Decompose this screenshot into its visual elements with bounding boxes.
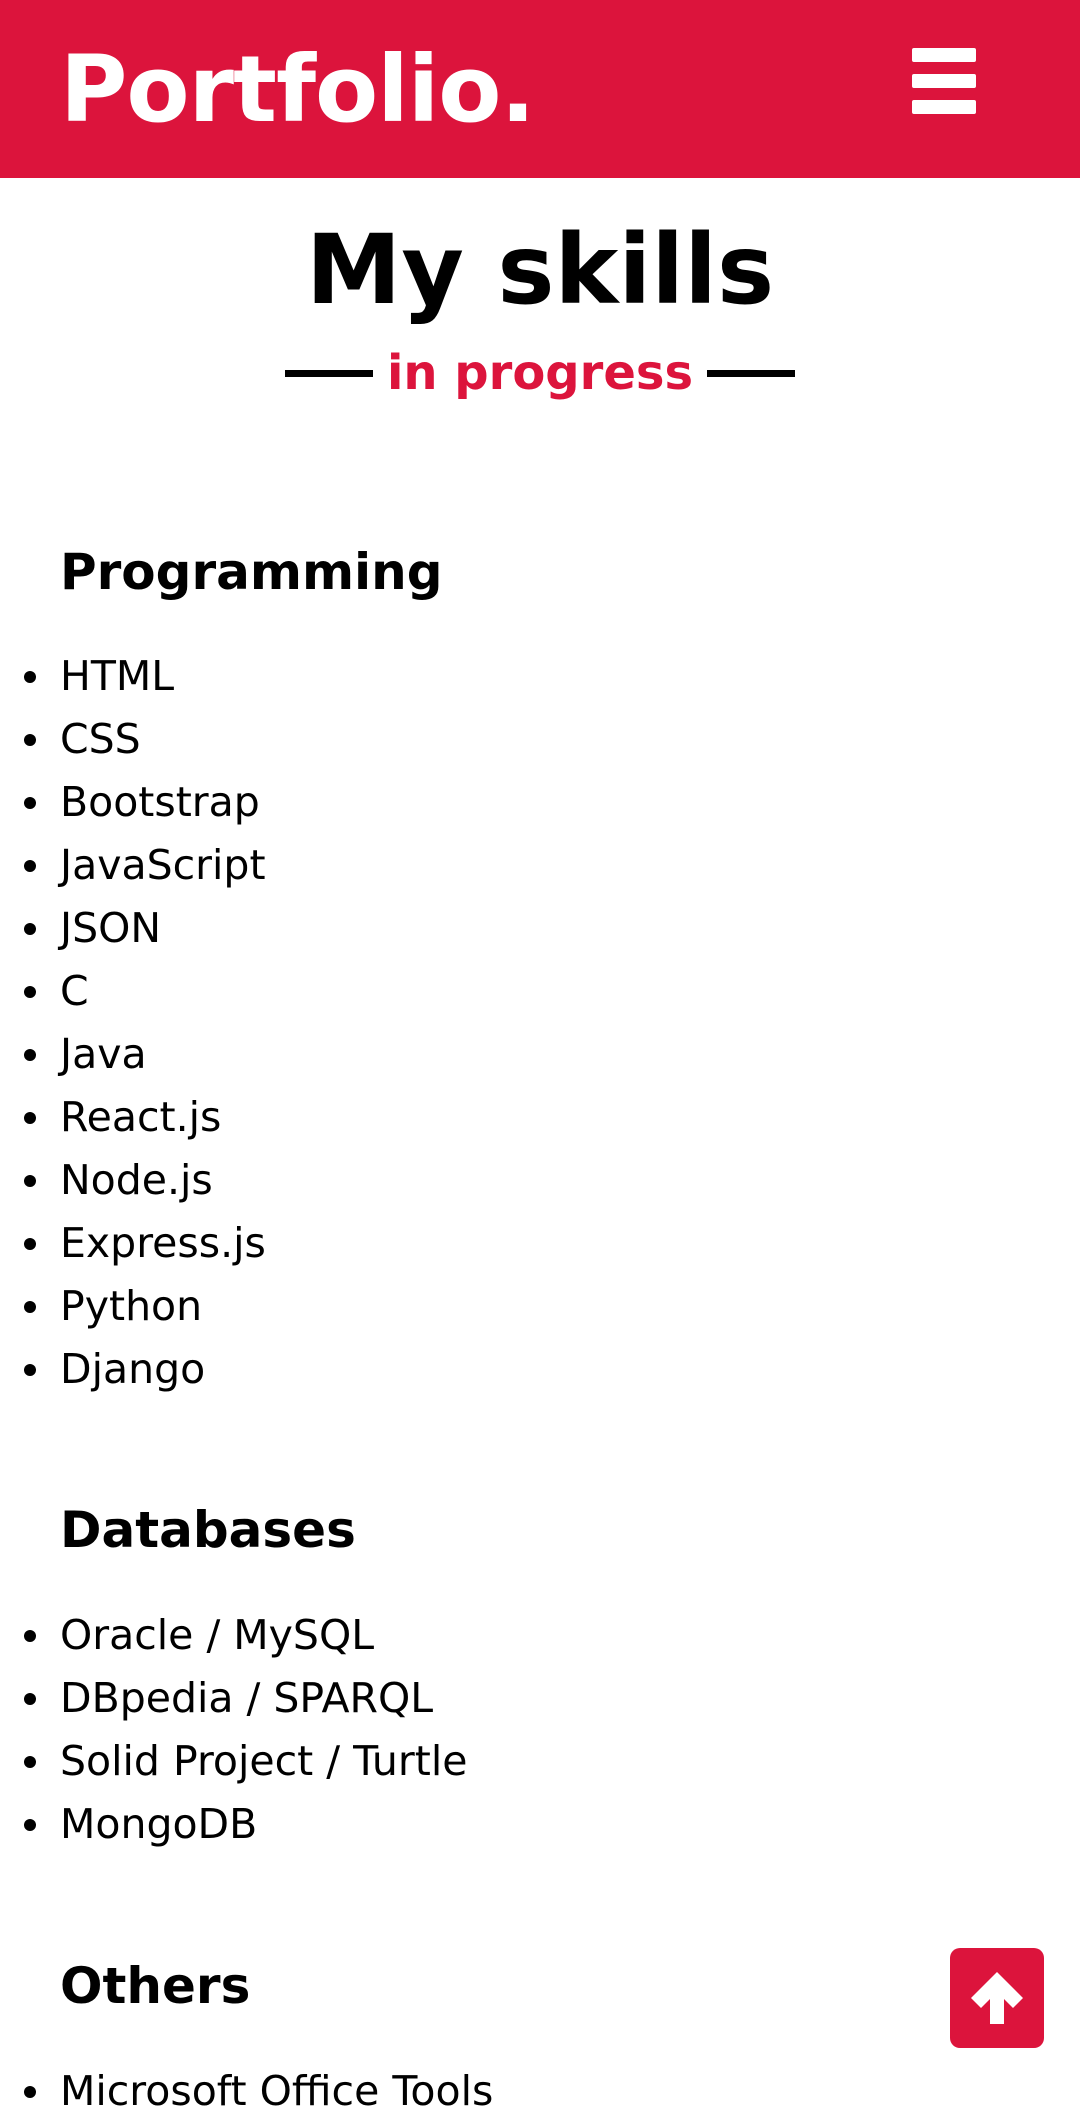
list-item: React.js: [0, 1086, 900, 1149]
list-item: Oracle / MySQL: [0, 1604, 900, 1667]
list-item: JSON: [0, 897, 900, 960]
list-item: DBpedia / SPARQL: [0, 1667, 900, 1730]
section-title-programming: Programming: [60, 543, 443, 601]
page: Portfolio. My skills in progress Program…: [0, 0, 1080, 2125]
arrow-up-icon: [971, 1972, 1023, 2024]
subtitle-divider-right: [707, 369, 796, 377]
scroll-to-top-button[interactable]: [950, 1948, 1044, 2048]
brand-logo[interactable]: Portfolio.: [60, 40, 535, 140]
list-item: MongoDB: [0, 1793, 900, 1856]
subtitle-divider-left: [284, 369, 373, 377]
list-item: Bootstrap: [0, 771, 900, 834]
menu-button[interactable]: [910, 46, 980, 116]
list-item: JavaScript: [0, 834, 900, 897]
list-item: Python: [0, 1275, 900, 1338]
skills-list-databases: Oracle / MySQL DBpedia / SPARQL Solid Pr…: [0, 1604, 900, 1856]
skills-list-programming: HTML CSS Bootstrap JavaScript JSON C Jav…: [0, 645, 900, 1401]
list-item: C: [0, 960, 900, 1023]
list-item: HTML: [0, 645, 900, 708]
top-nav-bar: Portfolio.: [0, 0, 1080, 178]
list-item: Java: [0, 1023, 900, 1086]
list-item: Express.js: [0, 1212, 900, 1275]
section-title-databases: Databases: [60, 1501, 356, 1559]
skills-list-others: Microsoft Office Tools: [0, 2060, 900, 2123]
list-item: Django: [0, 1338, 900, 1401]
section-title-others: Others: [60, 1957, 251, 2015]
page-title: My skills: [305, 214, 775, 326]
list-item: CSS: [0, 708, 900, 771]
list-item: Microsoft Office Tools: [0, 2060, 900, 2123]
page-subtitle: in progress: [0, 338, 1080, 408]
list-item: Solid Project / Turtle: [0, 1730, 900, 1793]
list-item: Node.js: [0, 1149, 900, 1212]
subtitle-text: in progress: [386, 345, 694, 401]
